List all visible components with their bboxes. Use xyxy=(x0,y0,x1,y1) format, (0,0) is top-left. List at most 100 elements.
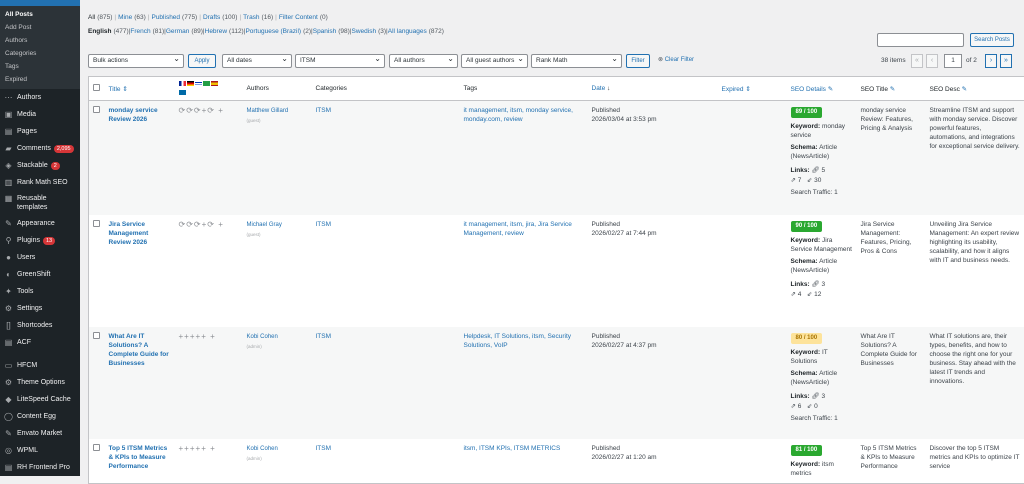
author-link[interactable]: Michael Gray xyxy=(247,222,282,228)
post-title-link[interactable]: monday service Review 2026 xyxy=(109,107,158,123)
sidebar-item-stackable[interactable]: ◈Stackable2 xyxy=(0,157,80,174)
clear-filter-link[interactable]: ⊗ Clear Filter xyxy=(658,56,694,63)
edit-pencil-icon[interactable]: ✎ xyxy=(890,86,895,93)
filter-button[interactable]: Filter xyxy=(626,54,650,68)
sidebar-item-plugins[interactable]: ⚲Plugins13 xyxy=(0,232,80,249)
column-title[interactable]: Title ⇕ xyxy=(105,77,175,101)
sidebar-item-theme-options[interactable]: ⚙Theme Options xyxy=(0,374,80,391)
submenu-all-posts[interactable]: All Posts xyxy=(0,8,80,21)
select-all-checkbox[interactable] xyxy=(93,84,100,91)
translation-status-icons[interactable]: ⟳⟳⟳+⟳ + xyxy=(179,220,239,229)
view-link-filter-content[interactable]: Filter Content xyxy=(279,14,318,21)
row-checkbox[interactable] xyxy=(93,220,100,227)
sidebar-item-shortcodes[interactable]: []Shortcodes xyxy=(0,317,80,334)
categories-cell: ITSM xyxy=(312,327,460,439)
sidebar-item-rank-math[interactable]: ▥Rank Math SEO xyxy=(0,174,80,191)
links-label: Links: xyxy=(791,393,810,400)
edit-pencil-icon[interactable]: ✎ xyxy=(962,86,967,93)
category-link[interactable]: ITSM xyxy=(316,445,332,452)
translation-status-icons[interactable]: +++++ + xyxy=(179,444,239,453)
bulk-actions-select[interactable]: Bulk actions xyxy=(88,54,184,68)
row-checkbox[interactable] xyxy=(93,106,100,113)
column-languages xyxy=(175,77,243,101)
category-link[interactable]: ITSM xyxy=(316,107,332,114)
language-link-german[interactable]: German xyxy=(166,28,189,35)
prev-page-button[interactable]: ‹ xyxy=(926,54,938,68)
language-link-swedish[interactable]: Swedish xyxy=(352,28,377,35)
post-title-link[interactable]: Top 5 ITSM Metrics & KPIs to Measure Per… xyxy=(109,445,168,470)
view-link-drafts[interactable]: Drafts xyxy=(203,14,220,21)
post-title-link[interactable]: Jira Service Management Review 2026 xyxy=(109,221,149,246)
apply-button[interactable]: Apply xyxy=(188,54,216,68)
edit-pencil-icon[interactable]: ✎ xyxy=(828,86,833,93)
links-info: Links: 🔗︎ 3 xyxy=(791,392,853,401)
language-link-spanish[interactable]: Spanish xyxy=(313,28,337,35)
dates-filter-select[interactable]: All dates xyxy=(222,54,292,68)
sidebar-item-content-egg[interactable]: ◯Content Egg xyxy=(0,408,80,425)
row-checkbox[interactable] xyxy=(93,332,100,339)
last-page-button[interactable]: » xyxy=(1000,54,1012,68)
submenu-tags[interactable]: Tags xyxy=(0,60,80,73)
language-link-portuguese-brazil-[interactable]: Portuguese (Brazil) xyxy=(245,28,301,35)
search-posts-button[interactable]: Search Posts xyxy=(970,33,1014,47)
sidebar-item-authors[interactable]: ⋯Authors xyxy=(0,89,80,106)
submenu-expired[interactable]: Expired xyxy=(0,73,80,86)
translation-status-icons[interactable]: +++++ + xyxy=(179,332,239,341)
sidebar-item-label: LiteSpeed Cache xyxy=(17,396,71,403)
sidebar-item-wpml[interactable]: ◎WPML xyxy=(0,442,80,459)
sidebar-item-envato[interactable]: ✎Envato Market xyxy=(0,425,80,442)
author-link[interactable]: Kobi Cohen xyxy=(247,446,278,452)
post-title-link[interactable]: What Are IT Solutions? A Complete Guide … xyxy=(109,333,169,367)
column-expired[interactable]: Expired ⇕ xyxy=(718,77,787,101)
author-link[interactable]: Kobi Cohen xyxy=(247,334,278,340)
current-page-input[interactable]: 1 xyxy=(944,54,962,68)
sidebar-item-acf[interactable]: ▤ACF xyxy=(0,334,80,351)
next-page-button[interactable]: › xyxy=(985,54,997,68)
column-date[interactable]: Date ↓ xyxy=(588,77,718,101)
tags-links[interactable]: itsm, ITSM KPIs, ITSM METRICS xyxy=(464,445,561,452)
seo-score-badge: 89 / 100 xyxy=(791,107,853,121)
category-filter-select[interactable]: ITSM xyxy=(295,54,385,68)
category-link[interactable]: ITSM xyxy=(316,221,332,228)
view-link-all[interactable]: All xyxy=(88,14,95,21)
column-seo-details[interactable]: SEO Details ✎ xyxy=(787,77,857,101)
authors-filter-select[interactable]: All authors xyxy=(389,54,458,68)
tags-links[interactable]: Helpdesk, IT Solutions, itsm, Security S… xyxy=(464,333,572,349)
view-link-published[interactable]: Published xyxy=(151,14,180,21)
sidebar-item-media[interactable]: ▣Media xyxy=(0,106,80,123)
sidebar-item-litespeed[interactable]: ◆LiteSpeed Cache xyxy=(0,391,80,408)
sidebar-item-hfcm[interactable]: ▭HFCM xyxy=(0,357,80,374)
view-link-trash[interactable]: Trash xyxy=(243,14,259,21)
translation-status-icons[interactable]: ⟳⟳⟳+⟳ + xyxy=(179,106,239,115)
sort-desc-icon: ↓ xyxy=(607,85,610,92)
sidebar-item-settings[interactable]: ⚙Settings xyxy=(0,300,80,317)
first-page-button[interactable]: « xyxy=(911,54,923,68)
guest-authors-filter-select[interactable]: All guest authors xyxy=(461,54,528,68)
author-link[interactable]: Matthew Gillard xyxy=(247,108,289,114)
language-link-hebrew[interactable]: Hebrew xyxy=(205,28,227,35)
seo-filter-select[interactable]: Rank Math xyxy=(531,54,622,68)
tags-links[interactable]: it management, itsm, monday service, mon… xyxy=(464,107,573,123)
language-link-all-languages[interactable]: All languages xyxy=(388,28,427,35)
row-checkbox[interactable] xyxy=(93,444,100,451)
sidebar-item-comments[interactable]: ▰Comments2,095 xyxy=(0,140,80,157)
title-cell: Top 5 ITSM Metrics & KPIs to Measure Per… xyxy=(105,439,175,484)
row-checkbox-cell xyxy=(89,327,105,439)
view-link-mine[interactable]: Mine xyxy=(118,14,132,21)
sidebar-item-pages[interactable]: ▤Pages xyxy=(0,123,80,140)
sidebar-item-tools[interactable]: ✦Tools xyxy=(0,283,80,300)
search-input[interactable] xyxy=(877,33,964,47)
sidebar-item-users[interactable]: ●Users xyxy=(0,249,80,266)
submenu-authors[interactable]: Authors xyxy=(0,34,80,47)
flag-fr-icon xyxy=(179,81,186,86)
tags-links[interactable]: it management, itsm, jira, Jira Service … xyxy=(464,221,572,237)
sidebar-item-appearance[interactable]: ✎Appearance xyxy=(0,215,80,232)
language-link-french[interactable]: French xyxy=(130,28,150,35)
submenu-add-post[interactable]: Add Post xyxy=(0,21,80,34)
sidebar-item-greenshift[interactable]: ◐GreenShift xyxy=(0,266,80,283)
submenu-categories[interactable]: Categories xyxy=(0,47,80,60)
sidebar-item-reusable-templates[interactable]: ▦Reusabletemplates xyxy=(0,191,80,215)
view-separator: | xyxy=(275,14,277,21)
sidebar-item-rh-frontend[interactable]: ▤RH Frontend Pro xyxy=(0,459,80,476)
category-link[interactable]: ITSM xyxy=(316,333,332,340)
